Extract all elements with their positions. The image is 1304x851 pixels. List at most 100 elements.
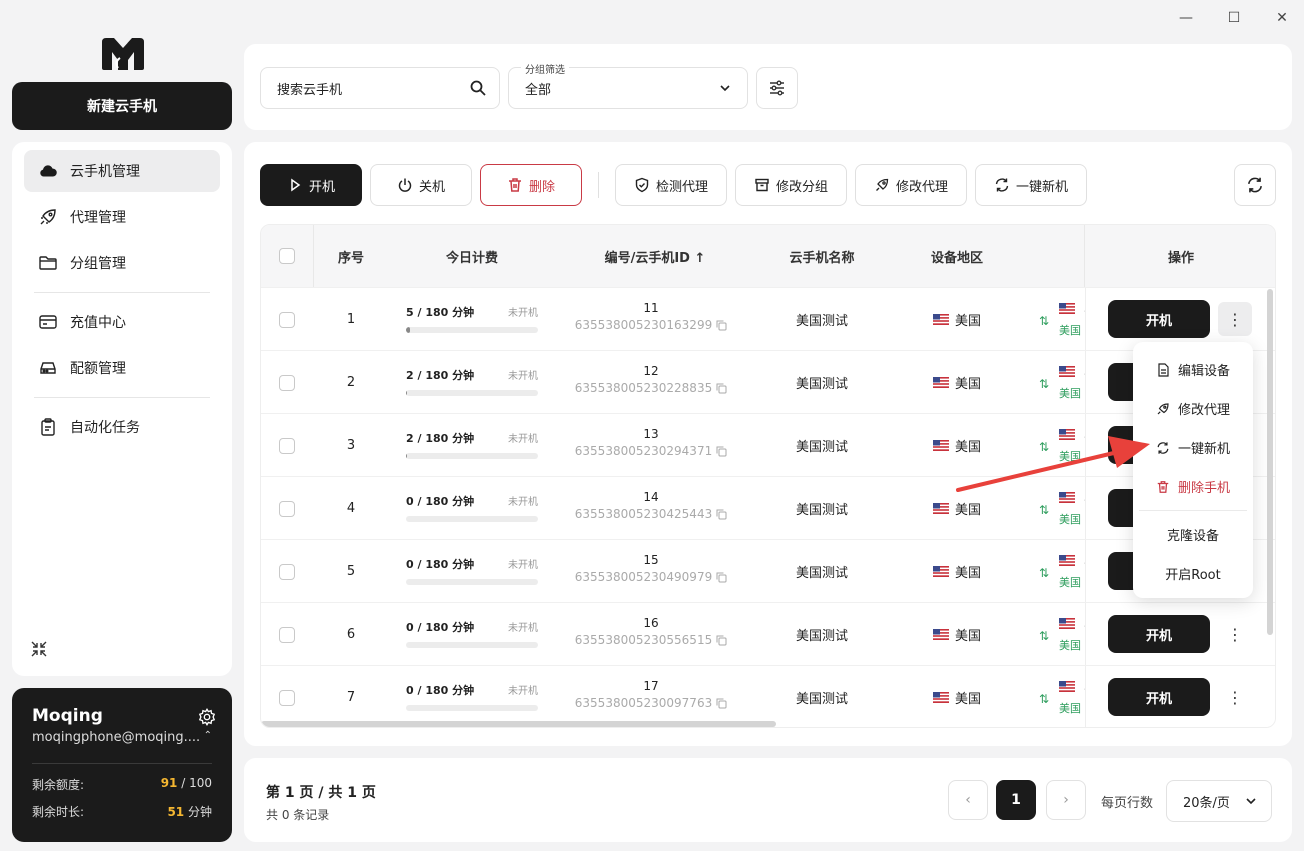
cloud-phone-id-text: 635538005230294371 [574, 444, 713, 458]
power-on-button[interactable]: 开机 [1108, 678, 1210, 716]
menu-enable-root[interactable]: 开启Root [1133, 554, 1253, 593]
card-icon [39, 315, 57, 329]
region-label: 美国 [954, 503, 981, 518]
menu-label: 修改代理 [1177, 403, 1230, 418]
fee-progress-bar [406, 453, 538, 459]
sidebar-item-recharge[interactable]: 充值中心 [24, 301, 220, 343]
checkbox[interactable] [279, 311, 295, 328]
copy-icon[interactable] [716, 635, 727, 646]
table-row[interactable]: 60 / 180 分钟 未开机 16 635538005230556515 美国测试 美国… [261, 602, 1275, 665]
minimize-button[interactable]: — [1174, 8, 1198, 28]
table-row[interactable]: 50 / 180 分钟 未开机 15 635538005230490979 美国测试 美国… [261, 539, 1275, 602]
copy-icon[interactable] [716, 509, 727, 520]
rows-per-page-select[interactable]: 20条/页 [1166, 780, 1272, 822]
sidebar-item-cloud-phones[interactable]: 云手机管理 [24, 150, 220, 192]
proxy-region: 3 [1059, 302, 1085, 315]
device-number: 16 [643, 616, 659, 630]
checkbox[interactable] [279, 689, 295, 706]
more-options-button[interactable]: ⋮ [1218, 680, 1252, 714]
prev-page-button[interactable]: ‹ [948, 780, 988, 820]
row-seq: 1 [346, 312, 356, 327]
proxy-status-cell: ⇅ 3 美国 [1039, 428, 1085, 468]
us-flag-icon [1059, 492, 1075, 503]
renew-device-button[interactable]: 一键新机 [975, 164, 1087, 206]
checkbox[interactable] [279, 500, 295, 517]
copy-icon[interactable] [716, 320, 727, 331]
refresh-button[interactable] [1234, 164, 1276, 206]
sidebar-item-quota[interactable]: 配额管理 [24, 347, 220, 389]
header-id[interactable]: 编号/云手机ID ↑ [555, 225, 755, 287]
row-seq: 4 [346, 501, 356, 516]
transfer-icon: ⇅ [1039, 314, 1050, 328]
new-cloud-phone-button[interactable]: 新建云手机 [12, 82, 232, 130]
maximize-button[interactable]: ☐ [1222, 8, 1246, 28]
copy-icon[interactable] [716, 383, 727, 394]
cloud-icon [40, 165, 57, 177]
proxy-region: 3 [1059, 365, 1085, 378]
edit-proxy-button[interactable]: 修改代理 [855, 164, 967, 206]
close-button[interactable]: ✕ [1270, 8, 1294, 28]
menu-delete-phone[interactable]: 删除手机 [1133, 467, 1253, 506]
delete-button[interactable]: 删除 [480, 164, 582, 206]
checkbox[interactable] [279, 437, 295, 454]
more-options-button[interactable]: ⋮ [1218, 302, 1252, 336]
table-row[interactable]: 70 / 180 分钟 未开机 17 635538005230097763 美国测试 美国… [261, 665, 1275, 727]
checkbox[interactable] [279, 374, 295, 391]
fee-value: 0 / 180 分钟 [406, 684, 475, 697]
menu-label: 删除手机 [1177, 481, 1230, 496]
region-label: 美国 [954, 692, 981, 707]
sidebar-item-groups[interactable]: 分组管理 [24, 242, 220, 284]
menu-edit-device[interactable]: 编辑设备 [1133, 350, 1253, 389]
page-1-button[interactable]: 1 [996, 780, 1036, 820]
checkbox[interactable] [279, 248, 295, 264]
refresh-icon [1157, 441, 1169, 454]
power-on-button[interactable]: 开机 [1108, 300, 1210, 338]
copy-icon[interactable] [716, 446, 727, 457]
proxy-region: 3 [1059, 554, 1085, 567]
power-on-button[interactable]: 开机 [1108, 615, 1210, 653]
menu-clone-device[interactable]: 克隆设备 [1133, 515, 1253, 554]
next-page-button[interactable]: › [1046, 780, 1086, 820]
advanced-filter-button[interactable] [756, 67, 798, 109]
header-select-all[interactable] [261, 225, 313, 287]
check-proxy-button[interactable]: 检测代理 [615, 164, 727, 206]
vertical-scrollbar[interactable] [1267, 289, 1273, 635]
shutdown-button[interactable]: 关机 [370, 164, 472, 206]
menu-renew[interactable]: 一键新机 [1133, 428, 1253, 467]
row-checkbox-cell [261, 288, 313, 351]
device-id-cell: 11 635538005230163299 [561, 301, 741, 332]
search-input[interactable]: 搜索云手机 [260, 67, 500, 109]
proxy-status-cell: ⇅ 3 美国 [1039, 365, 1085, 405]
cloud-phone-id: 635538005230163299 [561, 318, 741, 332]
header-seq: 序号 [337, 250, 364, 266]
menu-edit-proxy[interactable]: 修改代理 [1133, 389, 1253, 428]
copy-icon[interactable] [716, 572, 727, 583]
sidebar-item-automation[interactable]: 自动化任务 [24, 406, 220, 448]
checkbox[interactable] [279, 626, 295, 643]
device-id-cell: 13 635538005230294371 [561, 427, 741, 458]
delete-label: 删除 [528, 179, 555, 195]
collapse-icon[interactable] [30, 640, 48, 658]
horizontal-scrollbar[interactable] [261, 721, 776, 727]
table-row[interactable]: 40 / 180 分钟 未开机 14 635538005230425443 美国测试 美国… [261, 476, 1275, 539]
start-button[interactable]: 开机 [260, 164, 362, 206]
more-options-button[interactable]: ⋮ [1218, 617, 1252, 651]
quota-used: 91 [160, 776, 178, 790]
row-checkbox-cell [261, 414, 313, 477]
group-filter-select[interactable]: 分组筛选 全部 [508, 61, 748, 109]
us-flag-icon [1059, 681, 1075, 692]
checkbox[interactable] [279, 563, 295, 580]
user-name: Moqing [32, 706, 103, 726]
fee-progress-bar [406, 579, 538, 585]
account-switcher[interactable]: moqingphone@moqing.... ⌃ [32, 730, 212, 745]
gear-icon[interactable] [198, 708, 216, 726]
sidebar-item-proxies[interactable]: 代理管理 [24, 196, 220, 238]
table-header: 序号 今日计费 编号/云手机ID ↑ 云手机名称 设备地区 操作 [261, 225, 1275, 287]
table-row[interactable]: 22 / 180 分钟 未开机 12 635538005230228835 美国测试 美国… [261, 350, 1275, 413]
sidebar-nav: 云手机管理 代理管理 分组管理 充值中心 配额管理 自动化任务 [12, 142, 232, 676]
table-row[interactable]: 15 / 180 分钟 未开机 11 635538005230163299 美国测试 美国… [261, 287, 1275, 350]
table-row[interactable]: 32 / 180 分钟 未开机 13 635538005230294371 美国测试 美国… [261, 413, 1275, 476]
time-row: 剩余时长: 51 分钟 [32, 803, 212, 820]
edit-group-button[interactable]: 修改分组 [735, 164, 847, 206]
copy-icon[interactable] [716, 698, 727, 709]
